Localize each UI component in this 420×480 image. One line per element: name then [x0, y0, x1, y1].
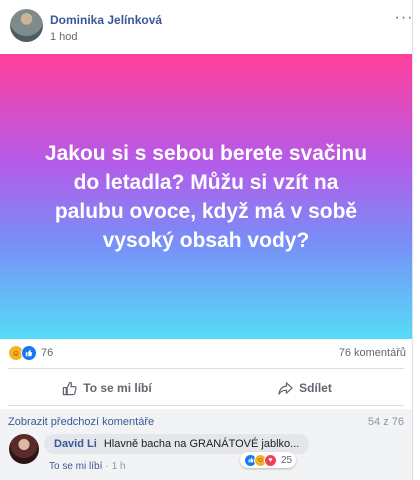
like-reaction-icon — [21, 345, 37, 361]
thumbs-up-icon — [62, 381, 77, 396]
comment-meta: To se mi líbí · 1 h — [49, 461, 126, 472]
more-options-icon[interactable]: ··· — [394, 10, 414, 27]
like-label: To se mi líbí — [83, 381, 152, 395]
share-arrow-icon — [278, 381, 293, 396]
commenter-name[interactable]: David Li — [54, 438, 97, 450]
author-name[interactable]: Dominika Jelínková — [50, 13, 162, 27]
like-button[interactable]: To se mi líbí — [8, 374, 206, 402]
reaction-summary: ☺ 76 76 komentářů — [8, 345, 406, 363]
comment-like-link[interactable]: To se mi líbí — [49, 461, 102, 472]
separator-dot: · — [105, 461, 109, 472]
post-actions: To se mi líbí Sdílet — [8, 374, 404, 402]
comment-reaction-count: 25 — [281, 454, 293, 466]
post-header: Dominika Jelínková 1 hod ··· — [10, 9, 412, 49]
divider — [8, 368, 404, 369]
comment-timestamp[interactable]: 1 h — [112, 461, 126, 472]
comment-count-link[interactable]: 76 komentářů — [339, 347, 406, 359]
commenter-avatar[interactable] — [9, 434, 39, 464]
comment-text: Hlavně bacha na GRANÁTOVÉ jablko... — [103, 438, 300, 450]
comment-counter: 54 z 76 — [367, 416, 404, 428]
comment-bubble: David Li Hlavně bacha na GRANÁTOVÉ jablk… — [44, 434, 310, 454]
post-card: Dominika Jelínková 1 hod ··· Jakou si s … — [0, 0, 413, 480]
reactions-button[interactable]: ☺ 76 — [8, 345, 53, 361]
divider — [8, 405, 404, 406]
comment-reactions-button[interactable]: ☺ ♥ 25 — [240, 452, 297, 468]
post-background-banner: Jakou si s sebou berete svačinu do letad… — [0, 54, 412, 339]
share-label: Sdílet — [299, 381, 332, 395]
post-timestamp[interactable]: 1 hod — [50, 31, 78, 43]
comments-section: Zobrazit předchozí komentáře 54 z 76 Dav… — [0, 409, 412, 480]
author-avatar[interactable] — [10, 9, 43, 42]
share-button[interactable]: Sdílet — [206, 374, 404, 402]
reaction-count: 76 — [41, 347, 54, 359]
view-previous-comments-link[interactable]: Zobrazit předchozí komentáře — [8, 416, 154, 428]
love-reaction-icon: ♥ — [264, 453, 277, 467]
post-text: Jakou si s sebou berete svačinu do letad… — [44, 141, 368, 252]
